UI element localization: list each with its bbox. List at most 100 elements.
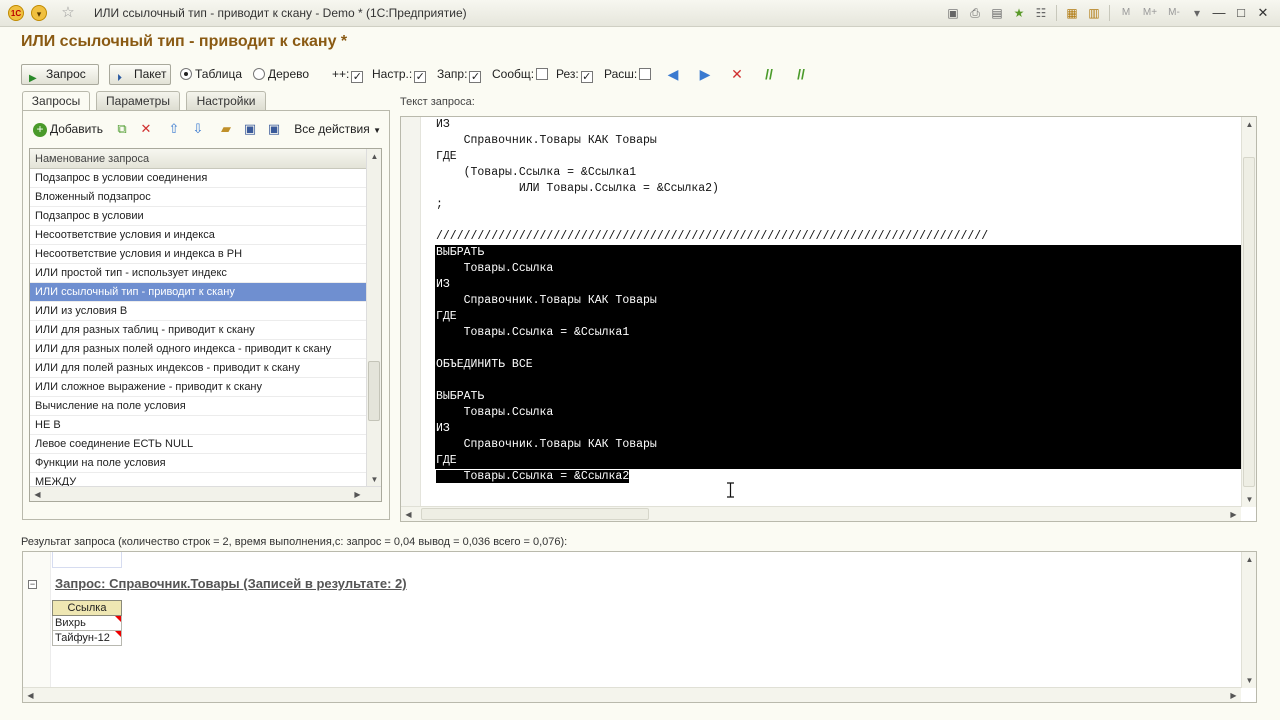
messages-checkbox-label: Сообщ:: [492, 67, 535, 81]
scroll-down-icon[interactable]: ▼: [1242, 492, 1256, 507]
calculator-icon[interactable]: ▥: [1083, 4, 1105, 22]
scroll-down-icon[interactable]: ▼: [367, 472, 381, 487]
run-batch-button[interactable]: ⏵ Пакет: [109, 64, 171, 85]
move-down-icon[interactable]: ⇩: [189, 120, 207, 138]
scroll-up-icon[interactable]: ▲: [367, 149, 381, 164]
list-item[interactable]: ИЛИ из условия В: [30, 302, 367, 321]
scroll-thumb[interactable]: [1243, 157, 1255, 487]
memory-plus-button[interactable]: M+: [1138, 4, 1162, 22]
run-query-button[interactable]: ▶ Запрос: [21, 64, 99, 85]
main-menu-icon[interactable]: ▾: [31, 5, 47, 21]
save-icon[interactable]: ▣: [942, 4, 964, 22]
code-line: ИЗ: [436, 118, 450, 131]
scroll-right-icon[interactable]: ▶: [1226, 507, 1241, 521]
result-cell[interactable]: Вихрь: [52, 615, 122, 631]
delete-icon[interactable]: ✕: [728, 65, 746, 83]
query-code[interactable]: ИЗ Справочник.Товары КАК Товары ГДЕ (Това…: [435, 117, 1241, 485]
scroll-right-icon[interactable]: ▶: [350, 487, 365, 501]
calendar-icon[interactable]: ▦: [1061, 4, 1083, 22]
list-item[interactable]: ИЛИ сложное выражение - приводит к скану: [30, 378, 367, 397]
run-batch-label: Пакет: [134, 67, 167, 81]
extended-checkbox[interactable]: Расш:: [604, 67, 652, 81]
scroll-thumb[interactable]: [368, 361, 380, 421]
list-item[interactable]: Подзапрос в условии: [30, 207, 367, 226]
list-item[interactable]: НЕ В: [30, 416, 367, 435]
editor-horizontal-scrollbar[interactable]: ◀ ▶: [401, 506, 1241, 521]
comment-icon[interactable]: //: [760, 65, 778, 83]
arrow-left-icon[interactable]: ◀: [664, 65, 682, 83]
code-line: ГДЕ: [435, 453, 1241, 469]
settings-checkbox[interactable]: Настр.: ✓: [372, 67, 427, 83]
scroll-up-icon[interactable]: ▲: [1242, 552, 1256, 567]
all-actions-menu[interactable]: Все действия ▼: [294, 122, 381, 136]
view-table-radio[interactable]: Таблица: [180, 67, 242, 81]
list-item[interactable]: Левое соединение ЕСТЬ NULL: [30, 435, 367, 454]
tab-settings[interactable]: Настройки: [186, 91, 266, 111]
scroll-thumb[interactable]: [421, 508, 649, 520]
list-item[interactable]: Функции на поле условия: [30, 454, 367, 473]
list-item[interactable]: Несоответствие условия и индекса: [30, 226, 367, 245]
list-item[interactable]: ИЛИ для полей разных индексов - приводит…: [30, 359, 367, 378]
query-text-editor[interactable]: ИЗ Справочник.Товары КАК Товары ГДЕ (Това…: [400, 116, 1257, 522]
tab-parameters[interactable]: Параметры: [96, 91, 180, 111]
list-horizontal-scrollbar[interactable]: ◀ ▶: [30, 486, 381, 501]
list-column-header[interactable]: Наменование запроса: [30, 149, 367, 169]
copy-icon[interactable]: ⧉: [113, 120, 131, 138]
arrow-right-icon[interactable]: ▶: [696, 65, 714, 83]
query-checkbox[interactable]: Запр: ✓: [437, 67, 482, 83]
history-icon[interactable]: ☷: [1030, 4, 1052, 22]
result-checkbox[interactable]: Рез: ✓: [556, 67, 593, 83]
scroll-left-icon[interactable]: ◀: [23, 688, 38, 702]
save-as-icon[interactable]: ▣: [265, 120, 283, 138]
checkbox-checked: ✓: [351, 71, 364, 83]
open-folder-icon[interactable]: ▰: [217, 120, 235, 138]
tab-queries[interactable]: Запросы: [22, 91, 90, 112]
list-item[interactable]: Несоответствие условия и индекса в РН: [30, 245, 367, 264]
list-item[interactable]: Вычисление на поле условия: [30, 397, 367, 416]
uncomment-icon[interactable]: //: [792, 65, 810, 83]
scroll-left-icon[interactable]: ◀: [401, 507, 416, 521]
messages-checkbox[interactable]: Сообщ:: [492, 67, 549, 81]
list-item[interactable]: ИЛИ для разных таблиц - приводит к скану: [30, 321, 367, 340]
preview-icon[interactable]: ▤: [986, 4, 1008, 22]
list-vertical-scrollbar[interactable]: ▲ ▼: [366, 149, 381, 487]
scroll-down-icon[interactable]: ▼: [1242, 673, 1256, 688]
editor-gutter: [401, 117, 421, 507]
result-column-header: Ссылка: [52, 600, 122, 616]
table-row[interactable]: Вихрь: [52, 615, 122, 631]
close-icon[interactable]: ✕: [1252, 4, 1274, 22]
add-icon: +: [33, 123, 47, 137]
scroll-right-icon[interactable]: ▶: [1226, 688, 1241, 702]
list-item[interactable]: ИЛИ для разных полей одного индекса - пр…: [30, 340, 367, 359]
editor-vertical-scrollbar[interactable]: ▲ ▼: [1241, 117, 1256, 507]
list-item[interactable]: ИЛИ ссылочный тип - приводит к скану: [30, 283, 367, 302]
help-icon[interactable]: ▾: [1186, 4, 1208, 22]
list-item[interactable]: Вложенный подзапрос: [30, 188, 367, 207]
result-section-title[interactable]: Запрос: Справочник.Товары (Записей в рез…: [55, 576, 407, 591]
scroll-up-icon[interactable]: ▲: [1242, 117, 1256, 132]
maximize-icon[interactable]: □: [1230, 4, 1252, 22]
delete-query-icon[interactable]: ✕: [137, 120, 155, 138]
scroll-left-icon[interactable]: ◀: [30, 487, 45, 501]
list-item[interactable]: Подзапрос в условии соединения: [30, 169, 367, 188]
favorite-star-icon[interactable]: ☆: [60, 5, 76, 21]
result-vertical-scrollbar[interactable]: ▲ ▼: [1241, 552, 1256, 688]
move-up-icon[interactable]: ⇧: [165, 120, 183, 138]
plus-checkbox[interactable]: ++: ✓: [332, 67, 364, 83]
save-disk-icon[interactable]: ▣: [241, 120, 259, 138]
print-icon[interactable]: ⎙: [964, 4, 986, 22]
result-horizontal-scrollbar[interactable]: ◀ ▶: [23, 687, 1241, 702]
result-cell[interactable]: Тайфун-12: [52, 630, 122, 646]
minimize-icon[interactable]: —: [1208, 4, 1230, 22]
memory-minus-button[interactable]: M-: [1162, 4, 1186, 22]
1c-logo-icon[interactable]: 1С: [8, 5, 24, 21]
add-favorite-icon[interactable]: ★: [1008, 4, 1030, 22]
view-tree-radio[interactable]: Дерево: [253, 67, 309, 81]
table-row[interactable]: Тайфун-12: [52, 630, 122, 646]
list-item[interactable]: ИЛИ простой тип - использует индекс: [30, 264, 367, 283]
memory-m-button[interactable]: M: [1114, 4, 1138, 22]
queries-list: Наменование запроса Подзапрос в условии …: [29, 148, 382, 502]
add-button[interactable]: + Добавить: [33, 122, 103, 137]
collapse-icon[interactable]: −: [28, 580, 37, 589]
code-line: Справочник.Товары КАК Товары: [436, 134, 657, 147]
